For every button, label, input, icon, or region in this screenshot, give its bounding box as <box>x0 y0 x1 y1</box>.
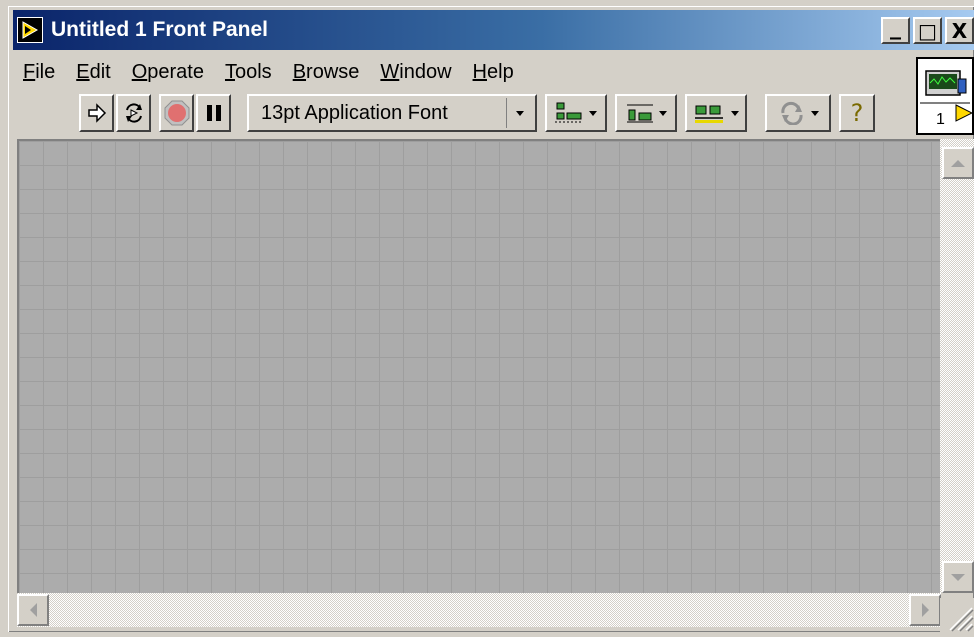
scroll-left-button[interactable] <box>17 594 49 626</box>
chevron-down-icon <box>731 110 739 116</box>
align-objects-button[interactable] <box>545 94 607 132</box>
resize-objects-button[interactable] <box>685 94 747 132</box>
menu-tools[interactable]: Tools <box>225 61 272 84</box>
reorder-button[interactable] <box>765 94 831 132</box>
run-continuously-icon <box>125 103 142 123</box>
window-title: Untitled 1 Front Panel <box>51 18 269 41</box>
menu-edit[interactable]: Edit <box>76 61 110 84</box>
menu-operate-label: perate <box>147 60 204 83</box>
horizontal-scrollbar[interactable] <box>17 593 941 627</box>
menu-file[interactable]: File <box>23 61 55 84</box>
chevron-down-icon <box>811 110 819 116</box>
abort-execution-icon <box>164 100 189 126</box>
distribute-objects-button[interactable] <box>615 94 677 132</box>
menu-file-label: ile <box>35 60 56 83</box>
scroll-down-button[interactable] <box>942 561 974 593</box>
menu-tools-label: ools <box>234 60 272 83</box>
vertical-scrollbar[interactable] <box>940 139 974 593</box>
connector-terminal-label: 1 <box>936 111 945 128</box>
menu-help-mnemonic: H <box>472 60 487 83</box>
arrow-left-icon <box>29 603 37 617</box>
menu-file-mnemonic: F <box>23 60 36 83</box>
menu-bar: File Edit Operate Tools Browse Window He… <box>23 57 535 87</box>
maximize-button[interactable]: □ <box>913 17 942 44</box>
maximize-icon: □ <box>918 18 937 43</box>
abort-execution-button[interactable] <box>159 94 194 132</box>
run-continuously-button[interactable] <box>116 94 151 132</box>
reorder-icon <box>781 101 803 125</box>
help-icon: ? <box>850 99 864 127</box>
menu-operate-mnemonic: O <box>131 60 148 83</box>
menu-edit-label: dit <box>89 60 111 83</box>
menu-help[interactable]: Help <box>473 61 514 84</box>
resize-grip[interactable] <box>940 598 974 632</box>
menu-operate[interactable]: Operate <box>132 61 204 84</box>
menu-browse-mnemonic: B <box>292 60 307 83</box>
vi-icon-connector-pane[interactable]: 1 <box>916 57 974 135</box>
run-arrow-icon <box>87 103 106 123</box>
scroll-right-button[interactable] <box>909 594 941 626</box>
vi-icon <box>920 70 972 122</box>
chevron-down-icon <box>589 110 597 116</box>
menu-help-label: elp <box>487 60 514 83</box>
font-setting-value: 13pt Application Font <box>261 101 448 124</box>
title-bar[interactable]: Untitled 1 Front Panel _ □ X <box>13 10 974 50</box>
close-icon: X <box>951 18 968 43</box>
context-help-button[interactable]: ? <box>839 94 875 132</box>
chevron-down-icon <box>506 98 533 128</box>
resize-grip-icon <box>949 607 974 632</box>
scroll-up-button[interactable] <box>942 147 974 179</box>
text-settings-dropdown[interactable]: 13pt Application Font <box>247 94 537 132</box>
arrow-up-icon <box>951 159 965 167</box>
toolbar: 13pt Application Font ? <box>79 93 875 133</box>
front-panel-canvas[interactable] <box>17 139 941 593</box>
arrow-right-icon <box>921 603 929 617</box>
menu-browse-label: rowse <box>306 60 360 83</box>
arrow-down-icon <box>951 573 965 581</box>
minimize-button[interactable]: _ <box>881 15 910 44</box>
pause-button[interactable] <box>196 94 231 132</box>
resize-objects-icon <box>695 105 723 123</box>
pause-icon <box>206 105 221 121</box>
run-button[interactable] <box>79 94 114 132</box>
align-objects-icon <box>555 102 583 123</box>
menu-window[interactable]: Window <box>380 61 451 84</box>
chevron-down-icon <box>659 110 667 116</box>
front-panel-window: Untitled 1 Front Panel _ □ X File Edit O… <box>8 6 974 632</box>
menu-browse[interactable]: Browse <box>293 61 360 84</box>
menu-window-label: indow <box>399 60 452 83</box>
minimize-icon: _ <box>890 15 901 40</box>
menu-edit-mnemonic: E <box>76 60 90 83</box>
menu-tools-mnemonic: T <box>224 60 235 83</box>
close-button[interactable]: X <box>945 17 974 44</box>
distribute-objects-icon <box>627 104 653 123</box>
labview-vi-icon <box>17 17 43 43</box>
menu-window-mnemonic: W <box>380 60 400 83</box>
